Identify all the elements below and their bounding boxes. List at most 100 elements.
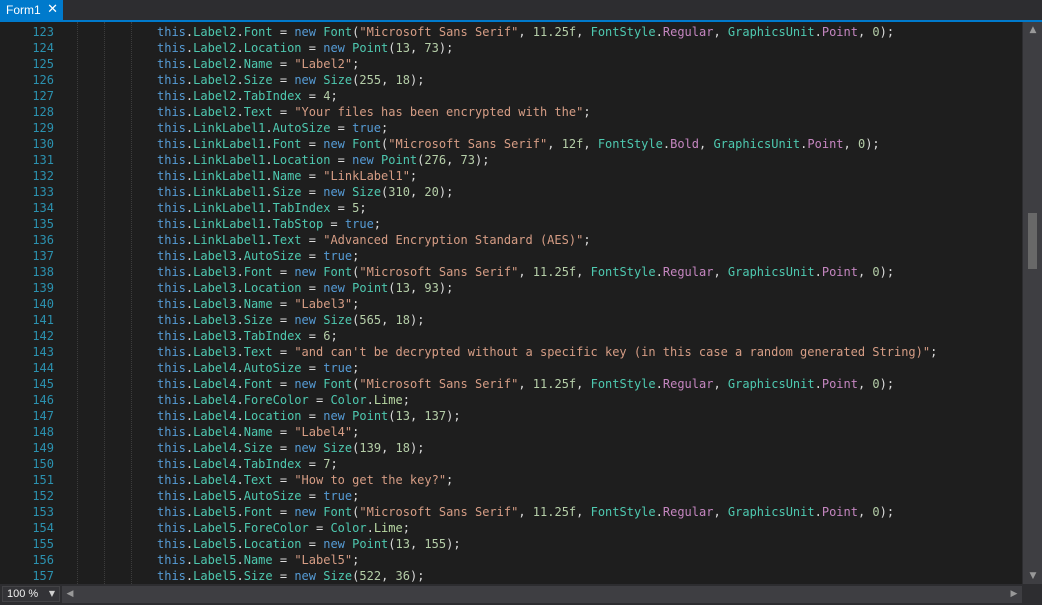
vertical-scrollbar[interactable]: ▲ ▼ bbox=[1022, 22, 1042, 584]
code-line[interactable]: 134 this.LinkLabel1.TabIndex = 5; bbox=[0, 200, 1022, 216]
code-line[interactable]: 150 this.Label4.TabIndex = 7; bbox=[0, 456, 1022, 472]
code-line[interactable]: 137 this.Label3.AutoSize = true; bbox=[0, 248, 1022, 264]
indent-guide bbox=[77, 22, 78, 584]
code-line[interactable]: 144 this.Label4.AutoSize = true; bbox=[0, 360, 1022, 376]
code-line[interactable]: 133 this.LinkLabel1.Size = new Size(310, … bbox=[0, 184, 1022, 200]
code-line[interactable]: 145 this.Label4.Font = new Font("Microsof… bbox=[0, 376, 1022, 392]
code-line[interactable]: 131 this.LinkLabel1.Location = new Point(… bbox=[0, 152, 1022, 168]
chevron-down-icon[interactable]: ▼ bbox=[1023, 568, 1042, 584]
code-line[interactable]: 136 this.LinkLabel1.Text = "Advanced Encr… bbox=[0, 232, 1022, 248]
code-text: this.Label3.Font = new Font("Microsoft S… bbox=[157, 265, 895, 279]
indent-guide bbox=[131, 22, 132, 584]
chevron-down-icon[interactable]: ▼ bbox=[46, 587, 58, 601]
code-text: this.Label4.Location = new Point(13, 137… bbox=[157, 409, 461, 423]
code-line[interactable]: 132 this.LinkLabel1.Name = "LinkLabel1"; bbox=[0, 168, 1022, 184]
code-line[interactable]: 139 this.Label3.Location = new Point(13, … bbox=[0, 280, 1022, 296]
code-text: this.Label2.TabIndex = 4; bbox=[157, 89, 338, 103]
code-text: this.LinkLabel1.Size = new Size(310, 20)… bbox=[157, 185, 454, 199]
code-line[interactable]: 140 this.Label3.Name = "Label3"; bbox=[0, 296, 1022, 312]
code-line[interactable]: 149 this.Label4.Size = new Size(139, 18); bbox=[0, 440, 1022, 456]
code-text: this.Label4.Size = new Size(139, 18); bbox=[157, 441, 425, 455]
line-number: 154 bbox=[32, 521, 54, 535]
code-text: this.Label4.Font = new Font("Microsoft S… bbox=[157, 377, 895, 391]
line-number: 147 bbox=[32, 409, 54, 423]
horizontal-scrollbar[interactable]: ◀ ▶ bbox=[62, 586, 1022, 603]
code-text: this.Label5.Location = new Point(13, 155… bbox=[157, 537, 461, 551]
line-number: 136 bbox=[32, 233, 54, 247]
code-text: this.Label4.AutoSize = true; bbox=[157, 361, 360, 375]
chevron-right-icon[interactable]: ▶ bbox=[1006, 586, 1022, 603]
code-line[interactable]: 151 this.Label4.Text = "How to get the ke… bbox=[0, 472, 1022, 488]
code-line[interactable]: 135 this.LinkLabel1.TabStop = true; bbox=[0, 216, 1022, 232]
code-text: this.Label2.Size = new Size(255, 18); bbox=[157, 73, 425, 87]
indent-guide bbox=[104, 22, 105, 584]
line-number: 138 bbox=[32, 265, 54, 279]
tab-form1[interactable]: Form1 ✕ bbox=[0, 0, 63, 20]
code-text: this.Label4.TabIndex = 7; bbox=[157, 457, 338, 471]
line-number: 144 bbox=[32, 361, 54, 375]
code-text: this.Label5.AutoSize = true; bbox=[157, 489, 360, 503]
code-text: this.Label2.Text = "Your files has been … bbox=[157, 105, 591, 119]
zoom-select[interactable]: 100 % ▼ bbox=[2, 586, 60, 602]
code-text: this.Label4.ForeColor = Color.Lime; bbox=[157, 393, 410, 407]
code-line[interactable]: 153 this.Label5.Font = new Font("Microsof… bbox=[0, 504, 1022, 520]
chevron-left-icon[interactable]: ◀ bbox=[62, 586, 78, 603]
code-text: this.Label2.Location = new Point(13, 73)… bbox=[157, 41, 454, 55]
code-line[interactable]: 128 this.Label2.Text = "Your files has be… bbox=[0, 104, 1022, 120]
code-line[interactable]: 154 this.Label5.ForeColor = Color.Lime; bbox=[0, 520, 1022, 536]
line-number: 151 bbox=[32, 473, 54, 487]
code-text: this.Label5.Font = new Font("Microsoft S… bbox=[157, 505, 895, 519]
line-number: 130 bbox=[32, 137, 54, 151]
line-number: 126 bbox=[32, 73, 54, 87]
code-line[interactable]: 127 this.Label2.TabIndex = 4; bbox=[0, 88, 1022, 104]
code-text: this.Label3.Location = new Point(13, 93)… bbox=[157, 281, 454, 295]
line-number: 140 bbox=[32, 297, 54, 311]
code-line[interactable]: 130 this.LinkLabel1.Font = new Font("Micr… bbox=[0, 136, 1022, 152]
code-line[interactable]: 125 this.Label2.Name = "Label2"; bbox=[0, 56, 1022, 72]
line-number: 131 bbox=[32, 153, 54, 167]
code-line[interactable]: 156 this.Label5.Name = "Label5"; bbox=[0, 552, 1022, 568]
line-number: 157 bbox=[32, 569, 54, 583]
code-text: this.LinkLabel1.Font = new Font("Microso… bbox=[157, 137, 880, 151]
line-number: 129 bbox=[32, 121, 54, 135]
scrollbar-thumb[interactable] bbox=[1028, 213, 1037, 269]
line-number: 123 bbox=[32, 25, 54, 39]
code-line[interactable]: 157 this.Label5.Size = new Size(522, 36); bbox=[0, 568, 1022, 584]
code-line[interactable]: 155 this.Label5.Location = new Point(13, … bbox=[0, 536, 1022, 552]
line-number: 132 bbox=[32, 169, 54, 183]
code-line[interactable]: 148 this.Label4.Name = "Label4"; bbox=[0, 424, 1022, 440]
code-line[interactable]: 152 this.Label5.AutoSize = true; bbox=[0, 488, 1022, 504]
code-line[interactable]: 126 this.Label2.Size = new Size(255, 18); bbox=[0, 72, 1022, 88]
line-number: 141 bbox=[32, 313, 54, 327]
code-line[interactable]: 147 this.Label4.Location = new Point(13, … bbox=[0, 408, 1022, 424]
code-text: this.LinkLabel1.AutoSize = true; bbox=[157, 121, 389, 135]
code-line[interactable]: 129 this.LinkLabel1.AutoSize = true; bbox=[0, 120, 1022, 136]
code-text: this.Label3.Size = new Size(565, 18); bbox=[157, 313, 425, 327]
code-line[interactable]: 142 this.Label3.TabIndex = 6; bbox=[0, 328, 1022, 344]
code-text: this.Label5.Name = "Label5"; bbox=[157, 553, 360, 567]
code-text: this.Label3.Text = "and can't be decrypt… bbox=[157, 345, 938, 359]
code-text: this.Label2.Font = new Font("Microsoft S… bbox=[157, 25, 895, 39]
code-line[interactable]: 124 this.Label2.Location = new Point(13, … bbox=[0, 40, 1022, 56]
code-line[interactable]: 146 this.Label4.ForeColor = Color.Lime; bbox=[0, 392, 1022, 408]
code-line[interactable]: 123 this.Label2.Font = new Font("Microsof… bbox=[0, 24, 1022, 40]
tab-title: Form1 bbox=[6, 3, 41, 17]
code-line[interactable]: 141 this.Label3.Size = new Size(565, 18); bbox=[0, 312, 1022, 328]
close-icon[interactable]: ✕ bbox=[47, 2, 58, 18]
code-line[interactable]: 138 this.Label3.Font = new Font("Microsof… bbox=[0, 264, 1022, 280]
scrollbar-corner bbox=[1022, 584, 1042, 605]
chevron-up-icon[interactable]: ▲ bbox=[1023, 22, 1042, 38]
scrollbar-thumb[interactable] bbox=[78, 591, 1008, 599]
code-text: this.Label4.Name = "Label4"; bbox=[157, 425, 360, 439]
line-number: 149 bbox=[32, 441, 54, 455]
code-text: this.LinkLabel1.Location = new Point(276… bbox=[157, 153, 490, 167]
code-text: this.Label3.AutoSize = true; bbox=[157, 249, 360, 263]
code-line[interactable]: 143 this.Label3.Text = "and can't be decr… bbox=[0, 344, 1022, 360]
line-number: 148 bbox=[32, 425, 54, 439]
code-text: this.LinkLabel1.TabStop = true; bbox=[157, 217, 382, 231]
line-number: 133 bbox=[32, 185, 54, 199]
line-number: 127 bbox=[32, 89, 54, 103]
code-editor[interactable]: 123 this.Label2.Font = new Font("Microsof… bbox=[0, 22, 1022, 584]
line-number: 153 bbox=[32, 505, 54, 519]
code-text: this.LinkLabel1.Text = "Advanced Encrypt… bbox=[157, 233, 591, 247]
